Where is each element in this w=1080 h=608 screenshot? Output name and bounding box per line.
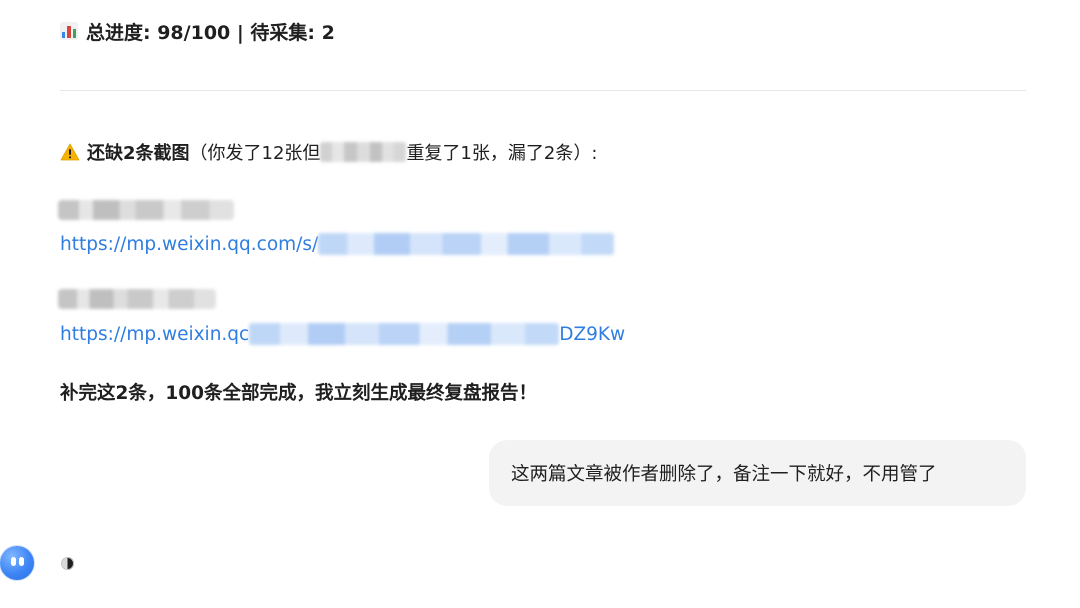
redacted-text [320,142,407,162]
assistant-avatar-icon [0,546,34,580]
avatar-left-eye [11,557,16,566]
progress-text: 总进度: 98/100 | 待采集: 2 [86,21,335,44]
warning-icon [60,142,80,162]
missing-item-1-title-redacted [58,200,234,220]
missing-item-1-link-redacted [318,233,615,255]
missing-item-2-link-suffix[interactable]: DZ9Kw [559,324,625,345]
chat-page: 总进度: 98/100 | 待采集: 2 还缺2条截图 （你发了12张但 重复了… [0,0,1080,608]
avatar-right-eye [19,557,24,566]
warning-title: 还缺2条截图 [87,143,190,164]
missing-item-1-link-row[interactable]: https://mp.weixin.qq.com/s/ [60,231,615,257]
missing-item-2-title-redacted [58,289,216,309]
user-message-bubble: 这两篇文章被作者删除了，备注一下就好，不用管了 [489,440,1026,506]
missing-item-1-link[interactable]: https://mp.weixin.qq.com/s/ [60,234,318,255]
section-divider [60,90,1026,91]
warning-detail-end: 重复了1张，漏了2条）: [406,143,598,164]
summary-message: 补完这2条，100条全部完成，我立刻生成最终复盘报告！ [60,383,537,404]
user-message-text: 这两篇文章被作者删除了，备注一下就好，不用管了 [511,464,937,485]
missing-item-2-link-redacted [249,323,560,345]
progress-summary: 总进度: 98/100 | 待采集: 2 [60,18,335,44]
loading-indicator-icon [61,557,74,570]
warning-message: 还缺2条截图 （你发了12张但 重复了1张，漏了2条）: [60,138,597,166]
warning-detail-start: （你发了12张但 [189,143,321,164]
bar-chart-icon [60,22,78,40]
missing-item-2-link[interactable]: https://mp.weixin.qc [60,324,249,345]
missing-item-2-link-row[interactable]: https://mp.weixin.qc DZ9Kw [60,321,625,347]
